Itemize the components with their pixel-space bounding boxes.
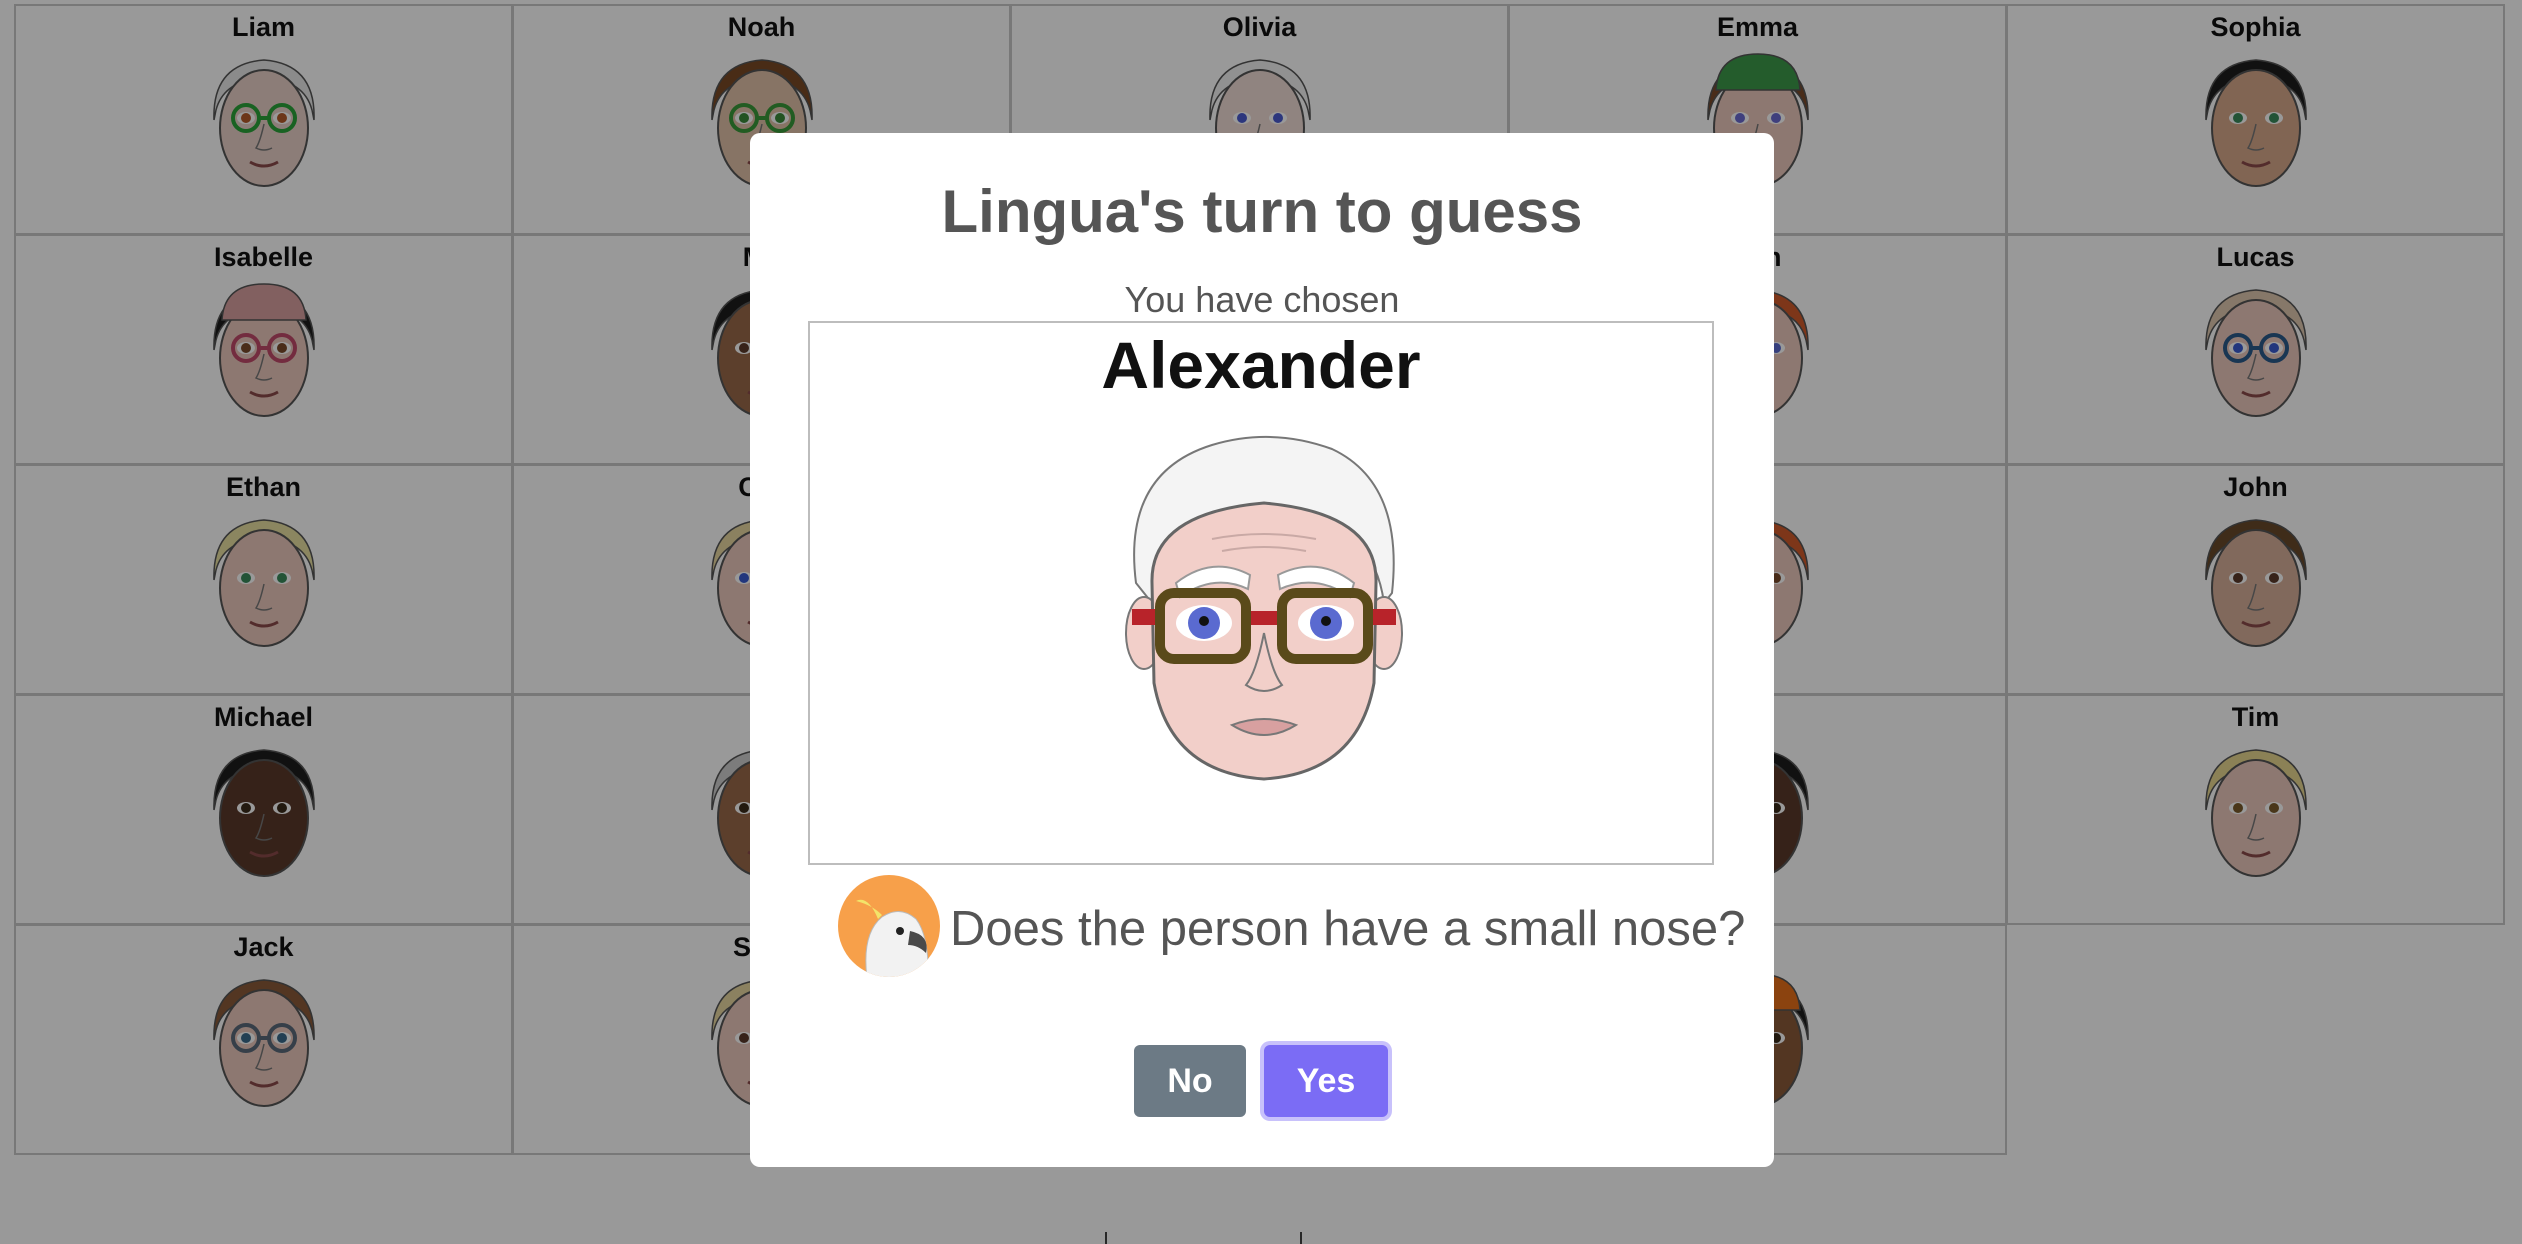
guess-modal: Lingua's turn to guess You have chosen A… <box>750 133 1774 1167</box>
no-button[interactable]: No <box>1134 1045 1246 1117</box>
chosen-character-portrait <box>1125 435 1403 781</box>
cockatoo-avatar-icon <box>838 875 940 977</box>
modal-title: Lingua's turn to guess <box>941 178 1583 245</box>
yes-button[interactable]: Yes <box>1264 1045 1388 1117</box>
chosen-character-name: Alexander <box>1101 328 1421 402</box>
chosen-caption: You have chosen <box>1124 279 1400 320</box>
chosen-character-card: Alexander <box>808 321 1714 865</box>
question-text: Does the person have a small nose? <box>950 902 1746 956</box>
